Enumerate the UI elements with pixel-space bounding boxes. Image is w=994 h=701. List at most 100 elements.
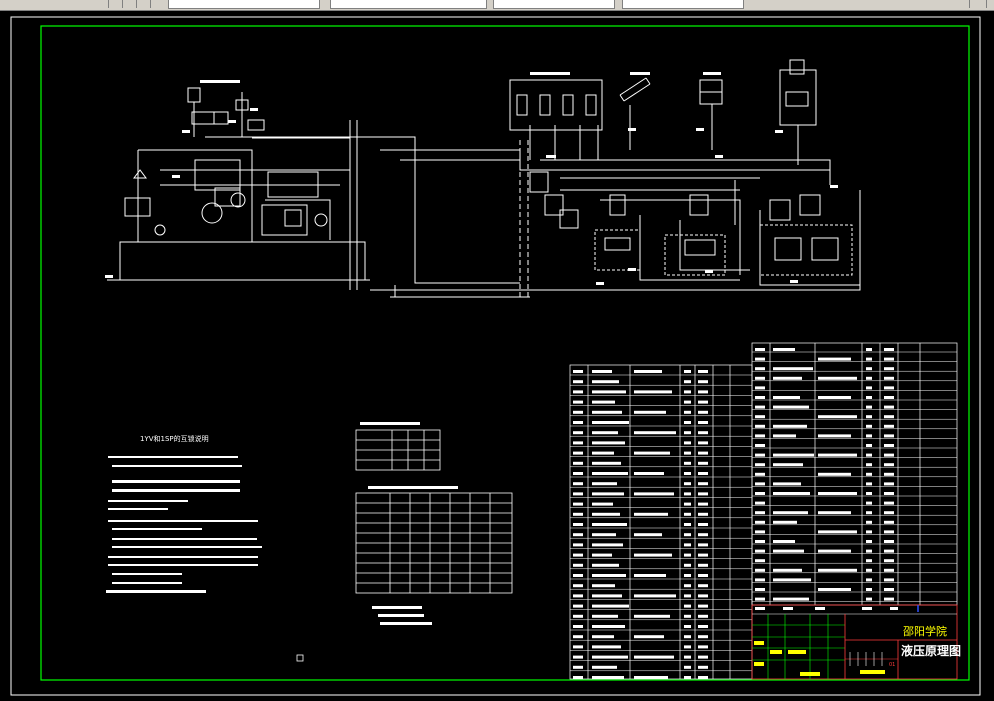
color-dropdown[interactable]: [330, 0, 487, 9]
table-cell-text: [755, 444, 765, 447]
table-cell-text: [866, 482, 872, 486]
table-cell-text: [698, 370, 708, 373]
table-cell-text: [684, 451, 691, 455]
toolbar-button[interactable]: [96, 0, 109, 8]
table-cell-text: [773, 463, 803, 467]
table-cell-text: [634, 512, 668, 516]
table-cell-text: [755, 578, 765, 582]
minimize-icon[interactable]: [955, 0, 970, 8]
table-cell-text: [884, 444, 894, 447]
table-cell-text: [773, 549, 804, 553]
table-cell-text: [884, 424, 894, 428]
solenoid-table-2: [355, 492, 513, 594]
table-cell-text: [684, 380, 691, 384]
table-cell-text: [755, 520, 765, 524]
table-cell-text: [698, 655, 708, 659]
table-cell-text: [755, 357, 765, 361]
table-cell-text: [818, 396, 851, 399]
table-cell-text: [755, 386, 765, 390]
table-cell-text: [866, 549, 872, 553]
drawing-border: [40, 25, 970, 681]
table-cell-text: [755, 530, 765, 534]
table-cell-text: [818, 472, 851, 476]
table-cell-text: [592, 421, 629, 424]
table-cell-text: [884, 396, 894, 399]
layer-dropdown[interactable]: [168, 0, 320, 9]
table-cell-text: [573, 645, 583, 649]
table-cell-text: [755, 482, 765, 486]
table-cell-text: [573, 451, 583, 455]
table-cell-text: [573, 574, 583, 577]
toolbar-button[interactable]: [138, 0, 151, 8]
table-cell-text: [866, 540, 872, 543]
table-cell-text: [698, 635, 708, 639]
table-cell-text: [773, 376, 802, 380]
title-block: 邵阳学院 液压原理图 01: [751, 604, 961, 680]
linetype-dropdown[interactable]: [493, 0, 615, 9]
table-cell-text: [884, 415, 894, 419]
table-cell-text: [684, 502, 691, 506]
table-cell-text: [773, 540, 795, 543]
table-cell-text: [573, 370, 583, 373]
table-cell-text: [634, 533, 662, 537]
table-cell-text: [884, 472, 894, 476]
table-cell-text: [698, 665, 708, 669]
table-cell-text: [592, 543, 623, 547]
toolbar-button[interactable]: [110, 0, 123, 8]
table-cell-text: [592, 492, 624, 496]
table-cell-text: [698, 625, 708, 628]
table-cell-text: [634, 451, 670, 455]
table-cell-text: [866, 367, 872, 371]
table-cell-text: [698, 543, 708, 547]
table-cell-text: [884, 597, 894, 601]
table-cell-text: [866, 453, 872, 457]
table-cell-text: [818, 549, 851, 553]
table-cell-text: [592, 533, 616, 537]
table-cell-text: [698, 523, 708, 526]
table-cell-text: [884, 453, 894, 457]
table-cell-text: [592, 574, 626, 577]
table-cell-text: [866, 444, 872, 447]
table-cell-text: [573, 431, 583, 435]
table-cell-text: [884, 405, 894, 409]
table-cell-text: [755, 472, 765, 476]
table-cell-text: [684, 421, 691, 424]
table-cell-text: [773, 348, 795, 351]
table-cell-text: [592, 604, 629, 608]
table-cell-text: [592, 380, 619, 384]
drawing-canvas[interactable]: 1YV和1SP的互锁说明 邵阳学院 液压原理图 01: [0, 11, 994, 701]
table-cell-text: [684, 665, 691, 669]
table-cell-text: [573, 492, 583, 496]
table-cell-text: [684, 655, 691, 659]
oil-tank: [119, 241, 366, 281]
table-cell-text: [573, 604, 583, 608]
table-cell-text: [884, 434, 894, 438]
table-cell-text: [755, 511, 765, 515]
table-cell-text: [684, 635, 691, 639]
table-cell-text: [573, 676, 583, 679]
table-cell-text: [684, 563, 691, 567]
table-cell-text: [573, 635, 583, 639]
table-cell-text: [884, 549, 894, 553]
table-cell-text: [592, 594, 622, 598]
table-cell-text: [773, 453, 814, 457]
toolbar-button[interactable]: [124, 0, 137, 8]
drawing-svg: 1YV和1SP的互锁说明 邵阳学院 液压原理图 01: [10, 16, 981, 696]
lineweight-dropdown[interactable]: [622, 0, 744, 9]
table-cell-text: [884, 348, 894, 351]
table-cell-text: [698, 553, 708, 557]
table-cell-text: [634, 410, 666, 414]
table-cell-text: [773, 424, 807, 428]
table-cell-text: [684, 614, 691, 618]
table-cell-text: [866, 492, 872, 495]
table-cell-text: [573, 390, 583, 394]
table-cell-text: [592, 390, 626, 394]
table-cell-text: [884, 463, 894, 467]
table-cell-text: [592, 635, 614, 639]
restore-icon[interactable]: [972, 0, 987, 8]
table-cell-text: [592, 584, 615, 588]
table-cell-text: [884, 482, 894, 486]
table-cell-text: [755, 376, 765, 380]
table-cell-text: [866, 348, 872, 351]
table-cell-text: [818, 511, 851, 515]
